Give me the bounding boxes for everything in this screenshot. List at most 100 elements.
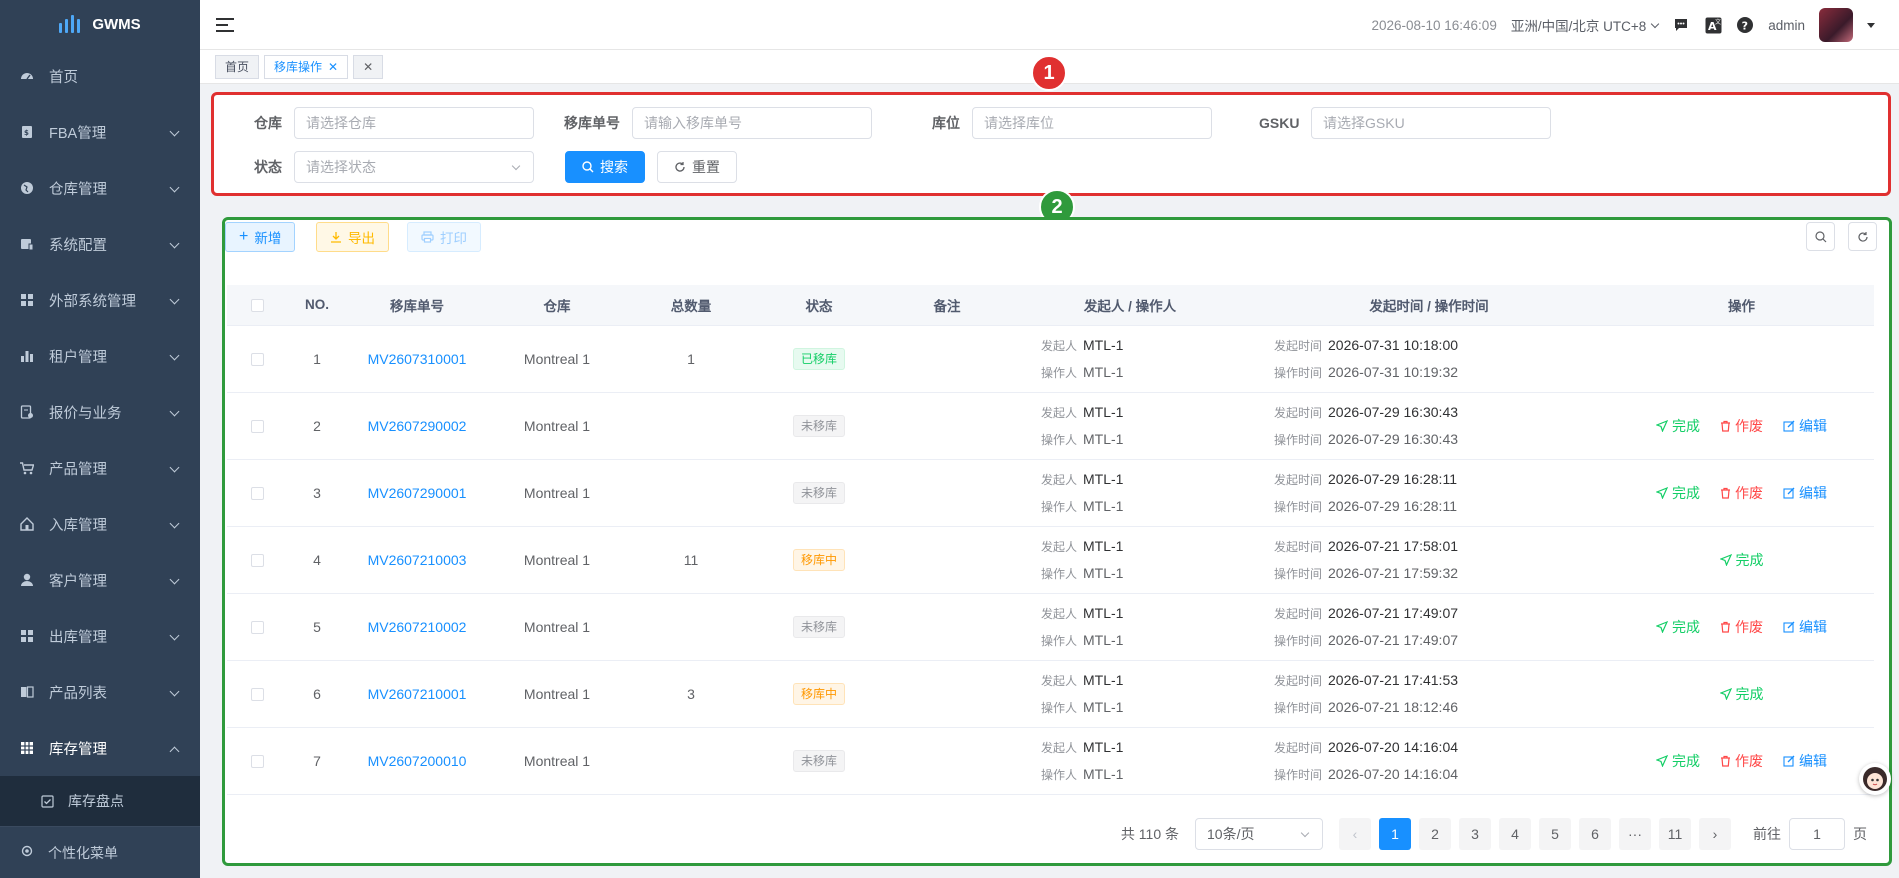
sidebar-item-3[interactable]: 系统配置	[0, 216, 200, 272]
trash-icon	[1721, 487, 1730, 499]
sidebar-item-12[interactable]: 库存管理	[0, 720, 200, 776]
order-no-link[interactable]: MV2607290002	[368, 418, 467, 434]
send-icon	[1656, 754, 1668, 767]
init-time-value: 2026-07-29 16:28:11	[1328, 470, 1457, 487]
page-size-select[interactable]: 10条/页	[1195, 818, 1323, 850]
add-button[interactable]: + 新增	[225, 222, 296, 252]
gsku-select[interactable]: 请选择GSKU	[1311, 107, 1551, 139]
sidebar-item-8[interactable]: 入库管理	[0, 496, 200, 552]
username[interactable]: admin	[1768, 18, 1805, 33]
complete-button[interactable]: 完成	[1656, 416, 1700, 436]
void-button[interactable]: 作废	[1720, 483, 1763, 503]
row-checkbox[interactable]	[227, 660, 287, 728]
close-all-tags-button[interactable]: ✕	[353, 54, 384, 79]
sidebar-item-custom-menu[interactable]: 个性化菜单	[0, 826, 200, 878]
row-qty	[627, 727, 755, 795]
row-qty	[627, 459, 755, 527]
goto-page-input[interactable]: 1	[1789, 818, 1845, 850]
order-no-link[interactable]: MV2607200010	[368, 753, 467, 769]
edit-button[interactable]: 编辑	[1783, 751, 1827, 771]
row-checkbox[interactable]	[227, 727, 287, 795]
move-order-table: NO. 移库单号 仓库 总数量 状态 备注 发起人 / 操作人 发起时间 / 操…	[227, 285, 1874, 795]
order-no-link[interactable]: MV2607210002	[368, 619, 467, 635]
search-button[interactable]: 搜索	[565, 151, 645, 183]
complete-button[interactable]: 完成	[1656, 617, 1700, 637]
help-icon[interactable]: ?	[1736, 16, 1754, 34]
toggle-search-button[interactable]	[1806, 222, 1835, 251]
row-checkbox[interactable]	[227, 392, 287, 460]
avatar[interactable]	[1819, 8, 1853, 42]
row-remark	[883, 660, 1011, 728]
close-icon[interactable]: ✕	[328, 56, 338, 78]
page-button[interactable]: 5	[1539, 818, 1571, 850]
sidebar-subitem-inventory-count[interactable]: 库存盘点	[0, 776, 200, 826]
refresh-table-button[interactable]	[1848, 222, 1877, 251]
more-pages-button[interactable]: ···	[1619, 818, 1651, 850]
row-actions: 完成	[1609, 684, 1874, 704]
sidebar-item-6[interactable]: 报价与业务	[0, 384, 200, 440]
sidebar-item-1[interactable]: $ FBA管理	[0, 104, 200, 160]
edit-button[interactable]: 编辑	[1783, 416, 1827, 436]
edit-button[interactable]: 编辑	[1783, 617, 1827, 637]
warehouse-select[interactable]: 请选择仓库	[294, 107, 534, 139]
row-checkbox[interactable]	[227, 526, 287, 594]
sidebar-item-2[interactable]: 仓库管理	[0, 160, 200, 216]
void-button[interactable]: 作废	[1720, 751, 1763, 771]
row-checkbox[interactable]	[227, 325, 287, 393]
page-button[interactable]: 3	[1459, 818, 1491, 850]
order-no-link[interactable]: MV2607290001	[368, 485, 467, 501]
reset-button[interactable]: 重置	[657, 151, 737, 183]
hamburger-icon[interactable]	[216, 17, 234, 32]
page-button[interactable]: 2	[1419, 818, 1451, 850]
complete-button[interactable]: 完成	[1656, 751, 1700, 771]
print-button[interactable]: 打印	[407, 222, 481, 252]
row-checkbox[interactable]	[227, 593, 287, 661]
app-logo[interactable]: GWMS	[0, 0, 200, 48]
assistant-avatar[interactable]	[1859, 763, 1891, 795]
void-button[interactable]: 作废	[1720, 416, 1763, 436]
order-no-link[interactable]: MV2607310001	[368, 351, 467, 367]
status-select[interactable]: 请选择状态	[294, 151, 534, 183]
sidebar-item-7[interactable]: 产品管理	[0, 440, 200, 496]
sidebar-item-11[interactable]: 产品列表	[0, 664, 200, 720]
sidebar-item-0[interactable]: 首页	[0, 48, 200, 104]
complete-button[interactable]: 完成	[1719, 684, 1764, 704]
timezone-select[interactable]: 亚洲/中国/北京 UTC+8	[1511, 15, 1660, 35]
row-checkbox[interactable]	[227, 459, 287, 527]
sidebar-menu: 首页 $ FBA管理 仓库管理 系统配置外部系统管理租户管理 报价与业务 产品管理 入库管理客…	[0, 48, 200, 826]
complete-button[interactable]: 完成	[1719, 550, 1764, 570]
sidebar-item-9[interactable]: 客户管理	[0, 552, 200, 608]
chart-icon	[20, 349, 34, 363]
page-button[interactable]: 4	[1499, 818, 1531, 850]
logo-icon	[59, 15, 81, 33]
sidebar-item-10[interactable]: 出库管理	[0, 608, 200, 664]
sidebar-item-4[interactable]: 外部系统管理	[0, 272, 200, 328]
row-no: 4	[287, 526, 347, 594]
void-button[interactable]: 作废	[1720, 617, 1763, 637]
sidebar-item-label: 外部系统管理	[49, 293, 136, 310]
sidebar-item-5[interactable]: 租户管理	[0, 328, 200, 384]
message-icon[interactable]	[1672, 16, 1690, 34]
tag-move-operation[interactable]: 移库操作 ✕	[264, 54, 349, 79]
order-no-link[interactable]: MV2607210003	[368, 552, 467, 568]
prev-page-button[interactable]: ‹	[1339, 818, 1371, 850]
order-no-input[interactable]: 请输入移库单号	[632, 107, 872, 139]
complete-button[interactable]: 完成	[1656, 483, 1700, 503]
translate-icon[interactable]: A文	[1704, 16, 1722, 34]
next-page-button[interactable]: ›	[1699, 818, 1731, 850]
caret-down-icon[interactable]	[1867, 22, 1875, 28]
order-no-link[interactable]: MV2607210001	[368, 686, 467, 702]
edit-button[interactable]: 编辑	[1783, 483, 1827, 503]
select-all-checkbox[interactable]	[227, 285, 287, 326]
page-button[interactable]: 6	[1579, 818, 1611, 850]
goto-label: 前往	[1753, 826, 1781, 842]
page-button[interactable]: 11	[1659, 818, 1691, 850]
chevron-down-icon	[169, 574, 180, 585]
tag-home[interactable]: 首页	[215, 54, 260, 79]
status-badge: 未移库	[792, 615, 845, 638]
location-select[interactable]: 请选择库位	[972, 107, 1212, 139]
table-row: 1 MV2607310001 Montreal 1 1 已移库 发起人 MTL-1 操作人 MT…	[227, 325, 1874, 393]
page-button[interactable]: 1	[1379, 818, 1411, 850]
row-no: 5	[287, 593, 347, 661]
export-button[interactable]: 导出	[316, 222, 389, 252]
